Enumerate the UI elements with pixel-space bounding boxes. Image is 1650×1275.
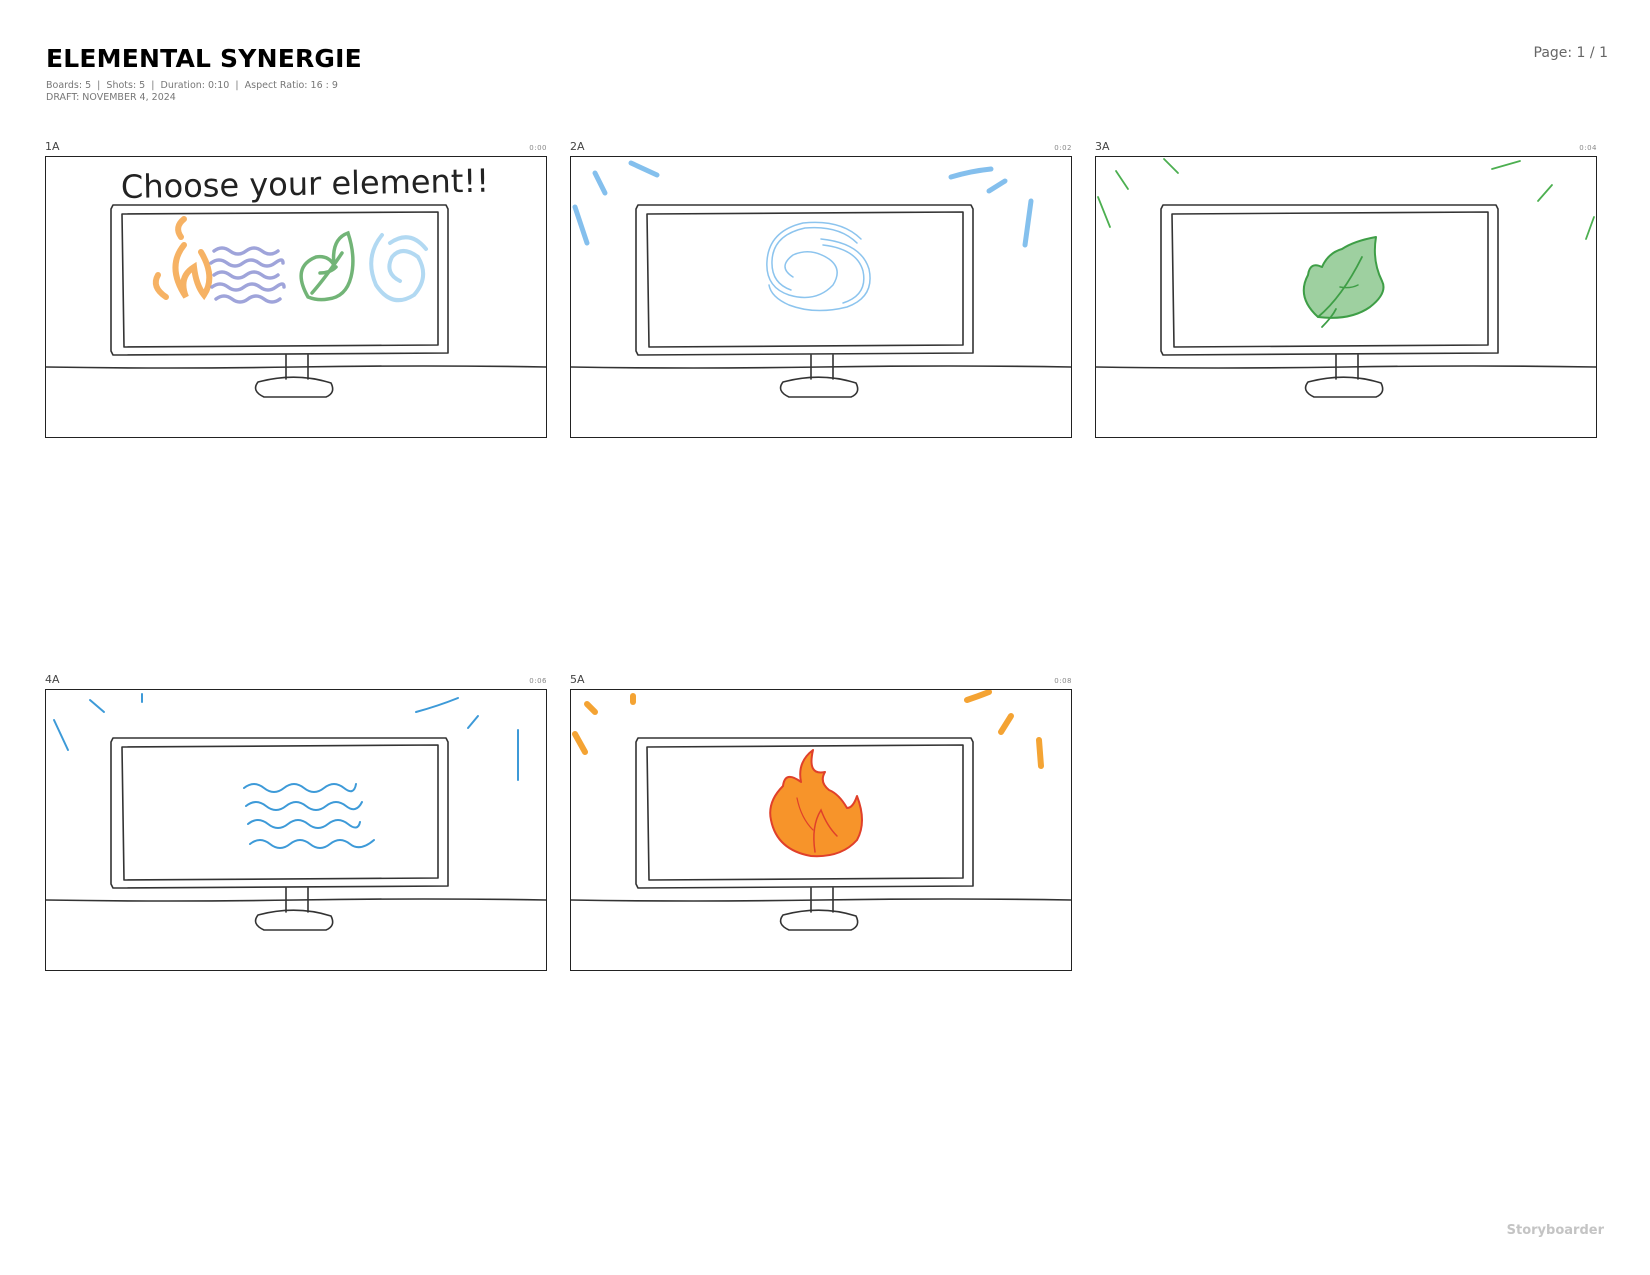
page-number: Page: 1 / 1 bbox=[1533, 45, 1609, 61]
monitor-drawing bbox=[571, 204, 1071, 398]
board-label: 5A bbox=[570, 673, 585, 686]
draft-date: DRAFT: NOVEMBER 4, 2024 bbox=[46, 92, 176, 103]
fire-sketch bbox=[571, 690, 1071, 931]
monitor-drawing bbox=[46, 737, 546, 931]
sketch-caption: Choose your element!! bbox=[121, 162, 490, 206]
board-label: 2A bbox=[570, 140, 585, 153]
board-3a[interactable]: 3A 0:04 bbox=[1095, 140, 1597, 440]
board-2a[interactable]: 2A 0:02 bbox=[570, 140, 1072, 440]
storyboarder-watermark: Storyboarder bbox=[1506, 1223, 1604, 1238]
water-waves-icon bbox=[243, 783, 375, 849]
board-duration: 0:06 bbox=[529, 677, 547, 685]
board-frame bbox=[1095, 156, 1597, 438]
fire-icon bbox=[152, 216, 213, 301]
leaf-icon bbox=[299, 230, 355, 302]
board-5a[interactable]: 5A 0:08 bbox=[570, 673, 1072, 973]
water-icon bbox=[209, 246, 286, 304]
board-frame bbox=[570, 689, 1072, 971]
boards-count: Boards: 5 bbox=[46, 80, 92, 91]
board-frame: Choose your element!! bbox=[45, 156, 547, 438]
board-duration: 0:08 bbox=[1054, 677, 1072, 685]
air-swirl-icon bbox=[766, 221, 871, 312]
fire-icon bbox=[769, 749, 863, 858]
board-frame bbox=[45, 689, 547, 971]
board-frame bbox=[570, 156, 1072, 438]
monitor-drawing bbox=[46, 204, 546, 398]
air-swirl-sketch bbox=[571, 160, 1071, 398]
board-label: 4A bbox=[45, 673, 60, 686]
storyboard-title: ELEMENTAL SYNERGIE bbox=[46, 44, 362, 73]
element-selection-sketch: Choose your element!! bbox=[46, 162, 546, 398]
shots-count: Shots: 5 bbox=[106, 80, 146, 91]
leaf-sketch bbox=[1096, 158, 1596, 398]
board-duration: 0:00 bbox=[529, 144, 547, 152]
leaf-icon bbox=[1302, 236, 1385, 328]
board-1a[interactable]: 1A 0:00 Choose your element!! bbox=[45, 140, 547, 440]
duration: Duration: 0:10 bbox=[160, 80, 230, 91]
water-waves-sketch bbox=[46, 693, 546, 931]
air-icon bbox=[369, 233, 428, 303]
board-label: 1A bbox=[45, 140, 60, 153]
storyboard-meta: Boards: 5 | Shots: 5 | Duration: 0:10 | … bbox=[46, 80, 338, 103]
board-duration: 0:02 bbox=[1054, 144, 1072, 152]
board-label: 3A bbox=[1095, 140, 1110, 153]
board-4a[interactable]: 4A 0:06 bbox=[45, 673, 547, 973]
aspect-ratio: Aspect Ratio: 16 : 9 bbox=[244, 80, 338, 91]
board-duration: 0:04 bbox=[1579, 144, 1597, 152]
